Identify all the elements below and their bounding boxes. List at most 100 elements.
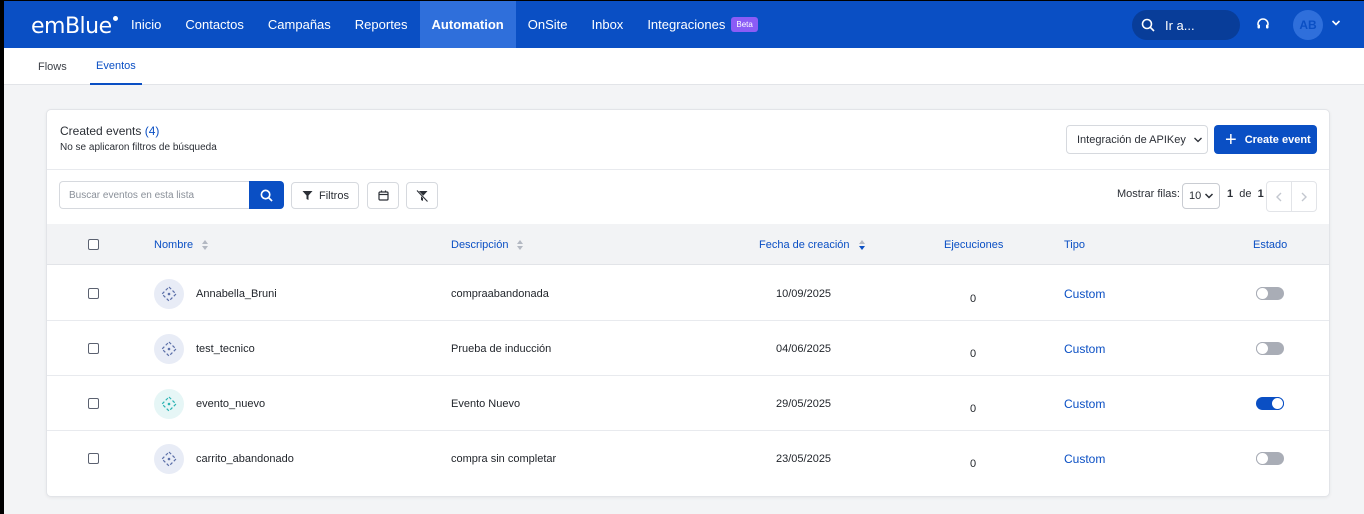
event-type: Custom [1064,286,1106,301]
calendar-filter-button[interactable] [367,182,399,209]
event-name-cell: Annabella_Bruni [154,266,277,321]
global-search[interactable]: Ir a... [1132,10,1240,40]
header-descripcion[interactable]: Descripción [451,224,524,265]
top-navbar: emBlue Inicio Contactos Campañas Reporte… [4,1,1364,48]
search-icon [1141,18,1155,32]
search-button[interactable] [249,181,284,209]
toggle-knob [1271,397,1284,410]
chevron-down-icon [1193,137,1202,142]
event-name[interactable]: carrito_abandonado [196,453,294,465]
event-icon [154,333,184,364]
row-checkbox[interactable] [88,343,99,354]
logo[interactable]: emBlue [31,14,118,39]
avatar[interactable]: AB [1293,10,1323,40]
event-created-date: 23/05/2025 [776,452,832,465]
select-all-checkbox-cell [88,224,99,265]
event-name-cell: evento_nuevo [154,376,265,431]
event-name[interactable]: test_tecnico [196,343,255,355]
event-name-cell: carrito_abandonado [154,431,294,486]
event-icon [154,443,184,474]
table-header: Nombre Descripción Fecha de creación Eje… [47,224,1329,265]
create-event-button[interactable]: + Create event [1214,125,1317,154]
header-tipo: Tipo [1064,238,1085,251]
events-card: Created events (4) No se aplicaron filtr… [46,109,1330,497]
global-search-placeholder: Ir a... [1165,17,1195,33]
filters-button[interactable]: Filtros [291,182,359,209]
header-estado: Estado [1253,238,1288,251]
nav-item-contactos[interactable]: Contactos [173,1,256,48]
event-description: compraabandonada [451,287,549,300]
event-description: compra sin completar [451,452,557,465]
event-description: Evento Nuevo [451,397,521,410]
status-toggle[interactable] [1256,287,1284,300]
filter-icon [302,191,313,200]
chevron-left-icon [1275,192,1282,201]
event-name[interactable]: Annabella_Bruni [196,288,277,300]
row-checkbox[interactable] [88,398,99,409]
divider [47,169,1329,170]
event-created-date: 29/05/2025 [776,397,832,410]
event-executions: 0 [969,402,977,415]
sort-icon [517,239,524,250]
nav-item-inicio[interactable]: Inicio [119,1,173,48]
event-search-input[interactable]: Buscar eventos en esta lista [59,181,249,209]
table-row[interactable]: carrito_abandonado compra sin completar 23… [47,431,1329,486]
events-count: (4) [144,124,160,138]
row-checkbox[interactable] [88,288,99,299]
nav-item-onsite[interactable]: OnSite [516,1,580,48]
row-checkbox-cell [88,431,99,486]
toggle-knob [1256,342,1269,355]
table-row[interactable]: test_tecnico Prueba de inducción 04/06/202… [47,321,1329,376]
next-page-button[interactable] [1292,182,1316,211]
event-icon [154,278,184,309]
calendar-icon [377,190,389,201]
headset-icon[interactable] [1256,17,1270,31]
status-toggle[interactable] [1256,452,1284,465]
event-executions: 0 [969,292,977,305]
status-toggle[interactable] [1256,397,1284,410]
nav-item-automation[interactable]: Automation [419,1,516,48]
header-fecha-creacion[interactable]: Fecha de creación [759,224,866,265]
tab-flows[interactable]: Flows [38,48,67,85]
event-executions: 0 [969,347,977,360]
pagination [1266,181,1317,212]
nav-item-campanas[interactable]: Campañas [256,1,343,48]
page-info: 1 de 1 [1227,188,1264,200]
filter-off-icon [416,189,428,202]
row-checkbox-cell [88,376,99,431]
rows-label: Mostrar filas: [1117,188,1180,200]
status-toggle-cell [1256,376,1284,431]
event-type: Custom [1064,396,1106,411]
row-checkbox-cell [88,266,99,321]
status-toggle[interactable] [1256,342,1284,355]
table-row[interactable]: evento_nuevo Evento Nuevo 29/05/2025 0 Custo… [47,376,1329,431]
row-checkbox-cell [88,321,99,376]
chevron-right-icon [1301,192,1307,201]
sort-desc-icon [858,239,865,250]
card-subtitle: No se aplicaron filtros de búsqueda [60,142,217,153]
event-name[interactable]: evento_nuevo [196,398,265,410]
event-created-date: 04/06/2025 [776,342,832,355]
tab-eventos[interactable]: Eventos [90,48,142,85]
header-ejecuciones: Ejecuciones [944,238,1004,251]
event-type: Custom [1064,341,1106,356]
chevron-down-icon[interactable] [1331,19,1341,27]
event-created-date: 10/09/2025 [776,287,832,300]
clear-filters-button[interactable] [406,182,438,209]
nav-item-inbox[interactable]: Inbox [580,1,636,48]
status-toggle-cell [1256,321,1284,376]
prev-page-button[interactable] [1267,182,1292,211]
row-checkbox[interactable] [88,453,99,464]
search-icon [260,189,273,202]
status-toggle-cell [1256,431,1284,486]
status-toggle-cell [1256,266,1284,321]
select-all-checkbox[interactable] [88,239,99,250]
rows-per-page-select[interactable]: 10 [1182,183,1220,209]
table-row[interactable]: Annabella_Bruni compraabandonada 10/09/202… [47,266,1329,321]
apikey-integration-dropdown[interactable]: Integración de APIKey [1066,125,1208,154]
nav-item-reportes[interactable]: Reportes [343,1,420,48]
nav-item-integraciones[interactable]: Integraciones Beta [635,1,770,48]
beta-badge: Beta [731,17,758,32]
header-nombre[interactable]: Nombre [154,224,209,265]
app-frame: emBlue Inicio Contactos Campañas Reporte… [4,1,1364,514]
